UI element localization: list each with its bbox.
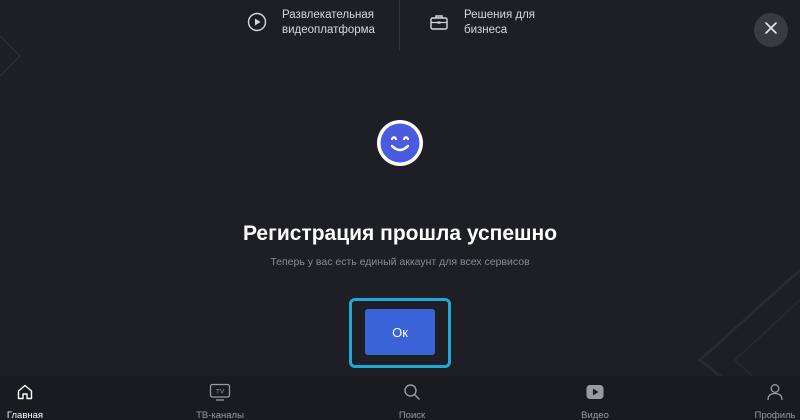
svg-text:TV: TV [216, 389, 225, 396]
tab-search-label: Поиск [398, 410, 426, 420]
play-circle-icon [246, 11, 268, 33]
tab-video[interactable]: Видео [565, 382, 625, 420]
tab-profile[interactable]: Профиль [745, 382, 800, 420]
search-icon [401, 382, 423, 402]
ok-button[interactable]: Ок [365, 309, 435, 355]
tab-profile-label: Профиль [754, 410, 796, 420]
tab-tv-channels[interactable]: TV ТВ-каналы [190, 382, 250, 420]
tab-home-label: Главная [6, 410, 44, 420]
tab-video-label: Видео [581, 410, 609, 420]
home-icon [14, 382, 36, 402]
video-play-icon [584, 382, 606, 402]
nav-business[interactable]: Решения для бизнеса [428, 8, 574, 38]
bottom-tab-bar: Главная TV ТВ-каналы Поиск Видео Профиль [0, 376, 800, 420]
tab-tv-channels-label: ТВ-каналы [196, 410, 244, 420]
close-icon [764, 21, 778, 40]
nav-video-platform[interactable]: Развлекательная видеоплатформа [246, 8, 392, 38]
nav-business-label: Решения для бизнеса [464, 9, 536, 36]
nav-video-platform-label: Развлекательная видеоплатформа [282, 9, 375, 36]
tab-home[interactable]: Главная [0, 382, 55, 420]
dialog-title: Регистрация прошла успешно [242, 222, 558, 245]
briefcase-icon [428, 11, 450, 33]
profile-icon [764, 382, 786, 402]
nav-divider [399, 0, 400, 50]
close-button[interactable] [754, 13, 788, 47]
tab-search[interactable]: Поиск [382, 382, 442, 420]
smiley-icon [376, 119, 424, 167]
dialog-subtitle: Теперь у вас есть единый аккаунт для все… [270, 256, 530, 268]
top-navigation: Развлекательная видеоплатформа Решения д… [0, 0, 800, 56]
tv-icon: TV [209, 382, 231, 402]
